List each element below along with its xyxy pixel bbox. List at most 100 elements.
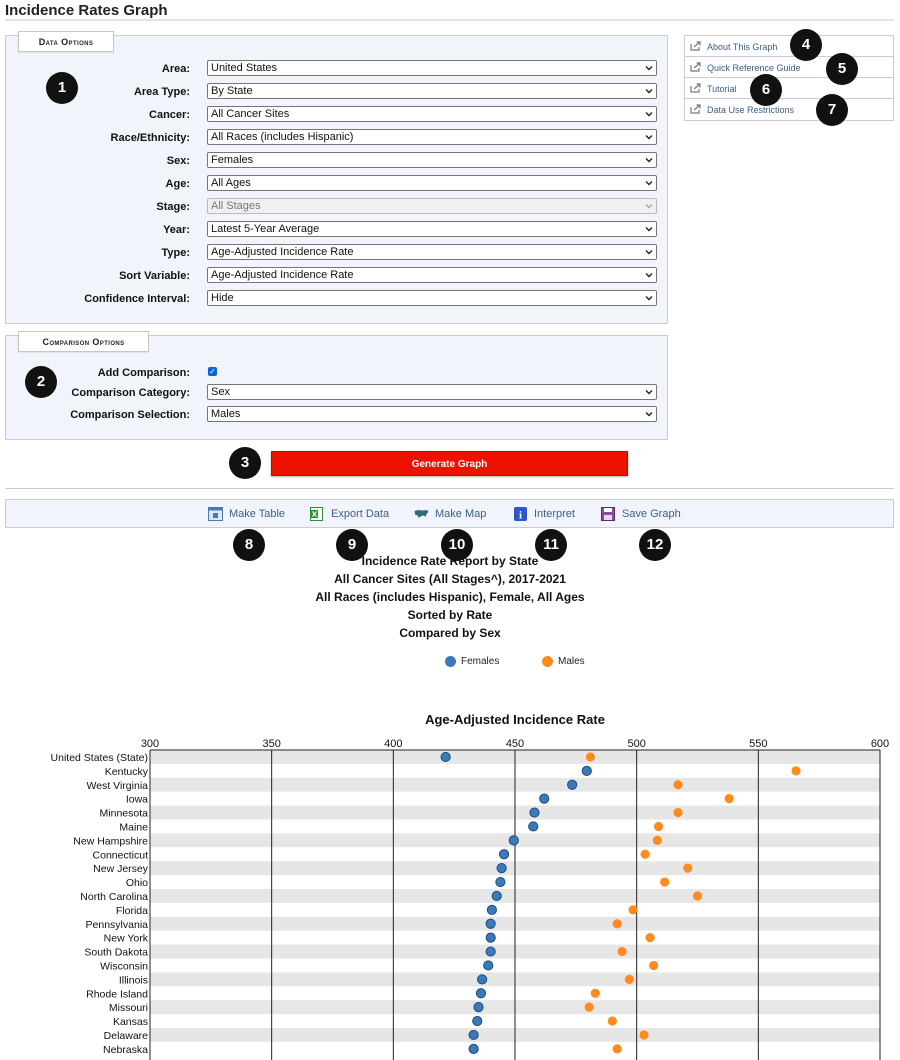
- females-point: [477, 974, 488, 985]
- excel-icon: [310, 507, 323, 521]
- data-option-select[interactable]: Hide: [207, 290, 657, 306]
- data-option-select[interactable]: United States: [207, 60, 657, 76]
- callout-badge-5: 5: [826, 53, 858, 85]
- data-option-label: Type:: [161, 247, 190, 259]
- data-option-value: Hide: [211, 292, 234, 304]
- external-link-icon: [690, 41, 701, 51]
- chart-title-line-3: All Races (includes Hispanic), Female, A…: [315, 590, 585, 604]
- males-point: [653, 821, 664, 832]
- chevron-down-icon: [645, 273, 653, 278]
- females-point: [485, 918, 496, 929]
- category-label: Minnesota: [100, 808, 149, 820]
- x-tick-label: 350: [262, 738, 280, 750]
- females-point: [539, 793, 550, 804]
- callout-badge-11: 11: [535, 529, 567, 561]
- females-point: [472, 1015, 483, 1027]
- comparison-category-select[interactable]: Sex: [207, 384, 657, 400]
- data-option-label: Area Type:: [133, 86, 190, 98]
- females-point: [486, 904, 497, 915]
- data-option-select[interactable]: Age-Adjusted Incidence Rate: [207, 267, 657, 283]
- data-option-select[interactable]: Females: [207, 152, 657, 168]
- us-map-icon: [414, 510, 429, 518]
- category-label: South Dakota: [84, 947, 148, 959]
- category-label: Connecticut: [93, 849, 149, 861]
- data-option-row: Sex: Females: [6, 152, 676, 172]
- data-option-label: Confidence Interval:: [84, 293, 190, 305]
- data-option-select[interactable]: Age-Adjusted Incidence Rate: [207, 244, 657, 260]
- category-label: Iowa: [126, 794, 148, 806]
- females-point: [528, 821, 539, 832]
- females-point: [529, 807, 540, 818]
- callout-badge-1: 1: [46, 72, 78, 104]
- category-label: Missouri: [109, 1002, 148, 1014]
- chevron-down-icon: [645, 250, 653, 255]
- data-option-select[interactable]: All Ages: [207, 175, 657, 191]
- data-option-value: Age-Adjusted Incidence Rate: [211, 269, 354, 281]
- x-tick-label: 550: [749, 738, 767, 750]
- data-option-label: Stage:: [156, 201, 190, 213]
- chevron-down-icon: [645, 135, 653, 140]
- tutorial-link[interactable]: Tutorial: [685, 78, 893, 99]
- females-point: [496, 863, 507, 874]
- chevron-down-icon: [645, 158, 653, 163]
- chevron-down-icon: [645, 181, 653, 186]
- comparison-selection-select[interactable]: Males: [207, 406, 657, 422]
- males-point: [645, 933, 655, 943]
- males-point: [612, 919, 622, 929]
- category-label: Florida: [116, 905, 148, 917]
- data-options-legend: Data Options: [18, 31, 114, 52]
- data-option-select[interactable]: All Races (includes Hispanic): [207, 129, 657, 145]
- about-this-graph-link[interactable]: About This Graph: [685, 36, 893, 57]
- data-option-value: Females: [211, 154, 254, 166]
- category-label: Delaware: [104, 1030, 149, 1042]
- data-option-select[interactable]: Latest 5-Year Average: [207, 221, 657, 237]
- add-comparison-checkbox[interactable]: ✓: [208, 367, 217, 376]
- comparison-selection-label: Comparison Selection:: [70, 409, 190, 421]
- males-point: [660, 877, 670, 887]
- x-tick-label: 500: [627, 738, 645, 750]
- males-marker: [542, 656, 553, 667]
- data-option-label: Area:: [161, 63, 190, 75]
- chart-title-line-4: Sorted by Rate: [407, 608, 493, 622]
- data-option-row: Cancer: All Cancer Sites: [6, 106, 676, 126]
- category-label: New York: [104, 933, 149, 945]
- info-icon: i: [514, 507, 527, 521]
- section-divider: [5, 488, 894, 489]
- females-marker: [445, 656, 456, 667]
- category-label: Illinois: [119, 974, 148, 986]
- category-label: Pennsylvania: [86, 919, 149, 931]
- data-option-row: Area: United States: [6, 60, 676, 80]
- data-option-value: All Cancer Sites: [211, 108, 290, 120]
- callout-badge-4: 4: [790, 29, 822, 61]
- category-label: New Hampshire: [73, 835, 148, 847]
- category-label: Ohio: [126, 877, 148, 889]
- comparison-selection-value: Males: [211, 408, 241, 420]
- males-point: [652, 835, 662, 845]
- data-option-row: Type: Age-Adjusted Incidence Rate: [6, 244, 676, 264]
- chevron-down-icon: [645, 66, 653, 71]
- category-label: Nebraska: [103, 1044, 148, 1056]
- data-option-row: Area Type: By State: [6, 83, 676, 103]
- data-options-panel: Area: United States Area Type: By State Canc…: [5, 35, 668, 324]
- category-label: North Carolina: [80, 891, 148, 903]
- females-point: [485, 946, 496, 957]
- data-option-select[interactable]: All Cancer Sites: [207, 106, 657, 122]
- chevron-down-icon: [645, 89, 653, 94]
- females-point: [485, 932, 496, 943]
- females-point: [468, 1043, 479, 1054]
- data-option-row: Sort Variable: Age-Adjusted Incidence Rat…: [6, 267, 676, 287]
- quick-reference-guide-link[interactable]: Quick Reference Guide: [685, 57, 893, 78]
- generate-graph-button[interactable]: Generate Graph: [271, 451, 628, 476]
- chart-title-line-5: Compared by Sex: [399, 626, 501, 640]
- category-label: West Virginia: [87, 780, 149, 792]
- x-tick-label: 400: [384, 738, 402, 750]
- chevron-down-icon: [645, 412, 653, 417]
- males-point: [607, 1016, 617, 1026]
- data-use-restrictions-link[interactable]: Data Use Restrictions: [685, 99, 893, 120]
- data-option-value: All Ages: [211, 177, 251, 189]
- males-point: [639, 1030, 649, 1040]
- data-option-row: Year: Latest 5-Year Average: [6, 221, 676, 241]
- males-point: [683, 863, 693, 873]
- data-option-select[interactable]: By State: [207, 83, 657, 99]
- males-point: [640, 849, 650, 859]
